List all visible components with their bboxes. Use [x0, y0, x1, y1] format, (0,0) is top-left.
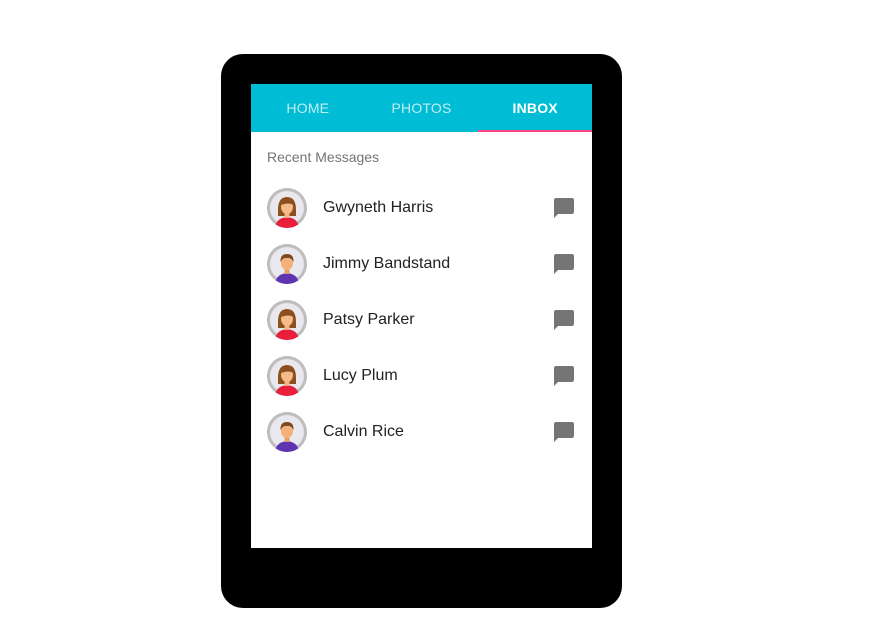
female-avatar-icon — [267, 300, 307, 340]
female-avatar-icon — [267, 188, 307, 228]
message-list-item[interactable]: Lucy Plum — [251, 348, 592, 404]
message-list-item[interactable]: Gwyneth Harris — [251, 180, 592, 236]
tab-photos[interactable]: PHOTOS — [365, 84, 479, 132]
message-list-item[interactable]: Jimmy Bandstand — [251, 236, 592, 292]
contact-name: Lucy Plum — [323, 367, 398, 384]
message-list-item[interactable]: Calvin Rice — [251, 404, 592, 460]
message-list-item[interactable]: Patsy Parker — [251, 292, 592, 348]
male-avatar-icon — [267, 412, 307, 452]
tab-bar: HOME PHOTOS INBOX — [251, 84, 592, 132]
list-subheader: Recent Messages — [267, 149, 380, 165]
chat-bubble-icon[interactable] — [552, 364, 576, 388]
chat-bubble-icon[interactable] — [552, 196, 576, 220]
message-list: Gwyneth Harris Jimmy Bandstand Patsy Par… — [251, 180, 592, 460]
app-screen: HOME PHOTOS INBOX Recent Messages Gwynet… — [251, 84, 592, 548]
female-avatar-icon — [267, 356, 307, 396]
contact-name: Gwyneth Harris — [323, 199, 434, 216]
male-avatar-icon — [267, 244, 307, 284]
tab-inbox[interactable]: INBOX — [478, 84, 592, 132]
chat-bubble-icon[interactable] — [552, 308, 576, 332]
contact-name: Jimmy Bandstand — [323, 255, 451, 272]
contact-name: Calvin Rice — [323, 423, 404, 440]
contact-name: Patsy Parker — [323, 311, 415, 328]
chat-bubble-icon[interactable] — [552, 252, 576, 276]
tab-home[interactable]: HOME — [251, 84, 365, 132]
device-frame: HOME PHOTOS INBOX Recent Messages Gwynet… — [221, 54, 622, 608]
chat-bubble-icon[interactable] — [552, 420, 576, 444]
